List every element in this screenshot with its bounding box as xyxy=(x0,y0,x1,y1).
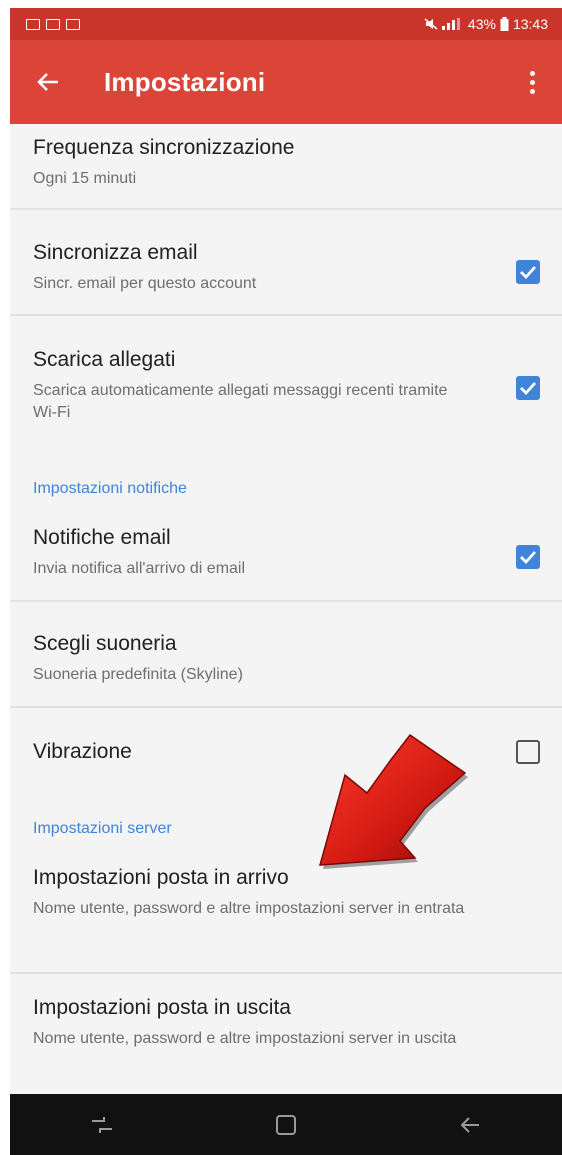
arrow-left-icon xyxy=(37,73,58,91)
pref-summary: Nome utente, password e altre impostazio… xyxy=(33,900,465,917)
check-icon xyxy=(520,266,537,280)
pref-incoming-settings[interactable]: Impostazioni posta in arrivo Nome utente… xyxy=(10,864,562,920)
home-button[interactable] xyxy=(261,1100,311,1150)
mute-icon xyxy=(424,18,438,30)
red-arrow-icon xyxy=(318,733,468,869)
status-bar: 43% 13:43 xyxy=(10,8,562,40)
email-notifications-checkbox[interactable] xyxy=(516,545,540,569)
pref-ringtone[interactable]: Scegli suoneria Suoneria predefinita (Sk… xyxy=(10,630,562,686)
pref-sync-email[interactable]: Sincronizza email Sincr. email per quest… xyxy=(10,239,562,295)
notification-icons xyxy=(26,18,80,30)
system-status: 43% 13:43 xyxy=(424,16,548,32)
clock: 13:43 xyxy=(512,16,548,32)
check-icon xyxy=(520,382,537,396)
gallery-icon xyxy=(26,18,40,30)
divider xyxy=(10,314,562,316)
sync-email-checkbox[interactable] xyxy=(516,260,540,284)
pref-title: Sincronizza email xyxy=(33,241,198,264)
pref-summary: Sincr. email per questo account xyxy=(33,275,257,292)
pref-title: Frequenza sincronizzazione xyxy=(33,136,295,159)
divider xyxy=(10,208,562,210)
pref-download-attachments[interactable]: Scarica allegati Scarica automaticamente… xyxy=(10,346,562,424)
divider xyxy=(10,600,562,602)
pref-summary: Suoneria predefinita (Skyline) xyxy=(33,666,243,683)
pref-title: Notifiche email xyxy=(33,526,171,549)
pref-summary: Invia notifica all'arrivo di email xyxy=(33,560,246,577)
pref-title: Scarica allegati xyxy=(33,348,176,371)
page-title: Impostazioni xyxy=(104,66,266,97)
pref-title: Scegli suoneria xyxy=(33,632,177,655)
pref-sync-frequency[interactable]: Frequenza sincronizzazione Ogni 15 minut… xyxy=(10,134,562,190)
recent-apps-button[interactable] xyxy=(77,1100,127,1150)
more-vert-icon xyxy=(529,70,535,76)
vibration-checkbox[interactable] xyxy=(516,740,540,764)
section-header-server: Impostazioni server xyxy=(33,820,172,837)
battery-percent: 43% xyxy=(467,16,496,32)
back-nav-button[interactable] xyxy=(445,1100,495,1150)
mail-icon xyxy=(66,18,80,30)
app-bar: Impostazioni xyxy=(10,40,562,124)
settings-list: Frequenza sincronizzazione Ogni 15 minut… xyxy=(10,124,562,1094)
pref-vibration[interactable]: Vibrazione xyxy=(10,738,562,766)
divider xyxy=(10,972,562,974)
divider xyxy=(10,706,562,708)
pref-summary: Scarica automaticamente allegati messagg… xyxy=(33,382,448,421)
recents-icon xyxy=(92,1116,112,1133)
navigation-bar xyxy=(10,1094,562,1155)
download-attachments-checkbox[interactable] xyxy=(516,376,540,400)
pref-summary: Nome utente, password e altre impostazio… xyxy=(33,1030,457,1047)
check-icon xyxy=(520,551,537,565)
signal-icon xyxy=(441,18,460,30)
pref-outgoing-settings[interactable]: Impostazioni posta in uscita Nome utente… xyxy=(10,994,562,1050)
mail-icon xyxy=(46,18,60,30)
pref-summary: Ogni 15 minuti xyxy=(33,170,137,187)
pref-email-notifications[interactable]: Notifiche email Invia notifica all'arriv… xyxy=(10,524,562,580)
back-button[interactable] xyxy=(18,52,78,112)
battery-icon xyxy=(500,17,509,31)
overflow-menu-button[interactable] xyxy=(512,52,552,112)
phone-screen: 43% 13:43 Impostazioni Frequenza sincron… xyxy=(10,8,562,1155)
back-icon xyxy=(460,1116,479,1133)
home-icon xyxy=(276,1114,296,1135)
section-header-notifications: Impostazioni notifiche xyxy=(33,480,187,497)
pref-title: Impostazioni posta in uscita xyxy=(33,996,291,1019)
